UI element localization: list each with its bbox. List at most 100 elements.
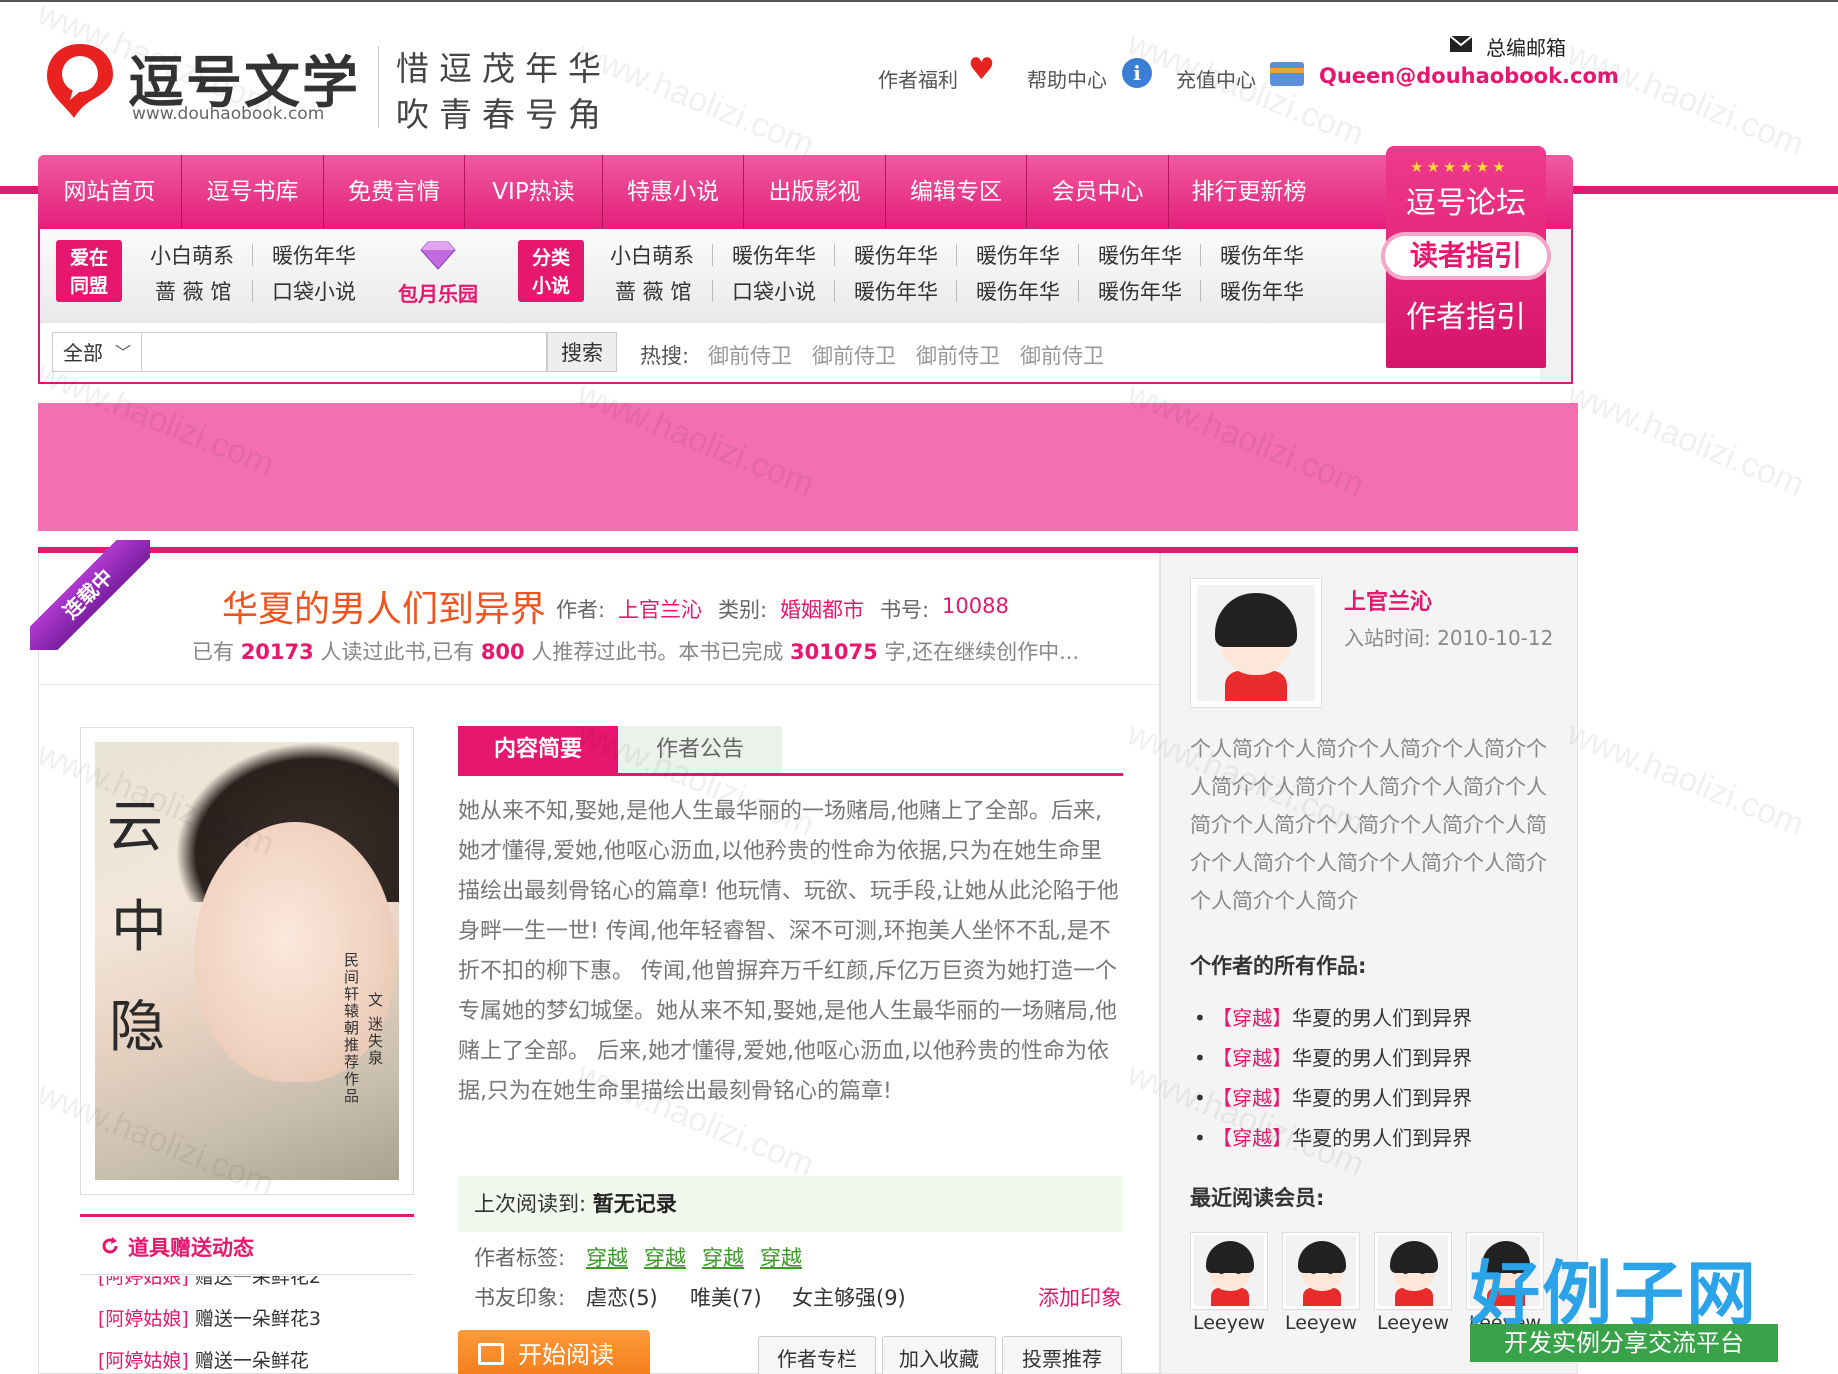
add-impression-link[interactable]: 添加印象 (1038, 1282, 1122, 1312)
search-button[interactable]: 搜索 (547, 332, 617, 372)
hot-search-term[interactable]: 御前侍卫 (1020, 340, 1104, 370)
subnav-separator (1078, 280, 1079, 302)
subnav-link[interactable]: 暖伤年华 (976, 276, 1060, 306)
join-label: 入站时间: (1344, 626, 1431, 650)
work-tag: 【穿越】 (1212, 1006, 1293, 1030)
nav-item-free-romance[interactable]: 免费言情 (324, 155, 464, 229)
subnav-link[interactable]: 蔷 薇 馆 (615, 276, 691, 306)
book-header-divider (38, 684, 1160, 685)
member-name[interactable]: Leeyew (1278, 1312, 1364, 1334)
subnav-separator (834, 244, 835, 266)
start-reading-button[interactable]: 开始阅读 (458, 1330, 650, 1374)
reader-guide-button[interactable]: 读者指引 (1381, 232, 1551, 280)
join-date-value: 2010-10-12 (1437, 626, 1554, 650)
author-avatar[interactable] (1190, 578, 1322, 708)
watermark-text: www.haolizi.com (1562, 374, 1810, 504)
subnav-link[interactable]: 暖伤年华 (1220, 240, 1304, 270)
hot-search-label: 热搜: (640, 344, 690, 368)
cover-title-char: 中 (111, 895, 167, 960)
author-tag-link[interactable]: 穿越 (644, 1242, 686, 1272)
subnav-link[interactable]: 暖伤年华 (1098, 240, 1182, 270)
subnav-link[interactable]: 暖伤年华 (1098, 276, 1182, 306)
props-user-link[interactable]: [阿婷姑娘] (98, 1350, 189, 1372)
recent-members-title: 最近阅读会员: (1190, 1186, 1325, 1210)
avatar-hair (1298, 1241, 1346, 1273)
author-tags-label: 作者标签: (474, 1246, 566, 1270)
subnav-link[interactable]: 暖伤年华 (854, 240, 938, 270)
props-user-link[interactable]: [阿婷姑娘] (98, 1308, 189, 1330)
subnav-link[interactable]: 暖伤年华 (976, 240, 1060, 270)
reader-impression[interactable]: 唯美(7) (690, 1282, 762, 1312)
author-link[interactable]: 上官兰沁 (618, 594, 702, 624)
category-link[interactable]: 婚姻都市 (780, 594, 864, 624)
props-user-link[interactable]: [阿婷姑娘] (98, 1276, 189, 1288)
nav-item-library[interactable]: 逗号书库 (182, 155, 323, 229)
nav-item-home[interactable]: 网站首页 (38, 155, 181, 229)
alliance-tag-line1: 爱在 (69, 247, 108, 269)
author-tag-link[interactable]: 穿越 (760, 1242, 802, 1272)
subnav-separator (834, 280, 835, 302)
main-nav: 网站首页 逗号书库 免费言情 VIP热读 特惠小说 出版影视 编辑专区 会员中心… (38, 155, 1573, 229)
nav-item-publishing[interactable]: 出版影视 (744, 155, 885, 229)
stats-text: 字,还在继续创作中... (884, 640, 1080, 664)
add-favorite-button[interactable]: 加入收藏 (882, 1336, 996, 1374)
avatar-hair (1206, 1241, 1254, 1273)
work-item[interactable]: • 【穿越】华夏的男人们到异界 (1194, 1002, 1472, 1031)
work-item[interactable]: • 【穿越】华夏的男人们到异界 (1194, 1042, 1472, 1071)
member-avatar[interactable] (1374, 1232, 1452, 1310)
category-tag: 分类 小说 (518, 240, 584, 302)
subnav-link[interactable]: 蔷 薇 馆 (155, 276, 231, 306)
status-ribbon: 连载中 (30, 540, 150, 650)
hot-search-term[interactable]: 御前侍卫 (916, 340, 1000, 370)
start-reading-label: 开始阅读 (518, 1341, 614, 1369)
author-tag-link[interactable]: 穿越 (586, 1242, 628, 1272)
author-name-link[interactable]: 上官兰沁 (1344, 584, 1432, 616)
search-input[interactable] (142, 332, 547, 372)
member-name[interactable]: Leeyew (1186, 1312, 1272, 1334)
subnav-separator (712, 280, 713, 302)
reader-impression[interactable]: 女主够强(9) (792, 1282, 906, 1312)
nav-item-members[interactable]: 会员中心 (1027, 155, 1168, 229)
vip-monthly-link[interactable]: 包月乐园 (398, 278, 478, 307)
nav-item-editors[interactable]: 编辑专区 (886, 155, 1026, 229)
mailbox-label: 总编邮箱 (1486, 36, 1566, 60)
subnav-link[interactable]: 小白萌系 (610, 240, 694, 270)
vote-button[interactable]: 投票推荐 (1002, 1336, 1122, 1374)
member-avatar[interactable] (1190, 1232, 1268, 1310)
help-center-link[interactable]: 帮助中心 (1027, 64, 1107, 93)
member-avatar[interactable] (1282, 1232, 1360, 1310)
heart-icon: ♥ (968, 52, 995, 87)
nav-item-discount[interactable]: 特惠小说 (603, 155, 743, 229)
subnav-link[interactable]: 暖伤年华 (1220, 276, 1304, 306)
props-row: [阿婷姑娘] 赠送一朵鲜花2 (98, 1276, 321, 1289)
watermark-text: www.haolizi.com (1122, 24, 1370, 154)
props-accent-line (80, 1214, 414, 1217)
stats-text: 人推荐过此书。本书已完成 (531, 640, 784, 664)
reader-impression[interactable]: 虐恋(5) (586, 1282, 658, 1312)
author-column-button[interactable]: 作者专栏 (758, 1336, 876, 1374)
author-label: 作者: (556, 598, 606, 622)
author-tag-link[interactable]: 穿越 (702, 1242, 744, 1272)
subnav-link[interactable]: 暖伤年华 (272, 240, 356, 270)
subnav-link[interactable]: 小白萌系 (150, 240, 234, 270)
book-intro: 她从来不知,娶她,是他人生最华丽的一场赌局,他赌上了全部。后来,她才懂得,爱她,… (458, 799, 1119, 1104)
forum-link[interactable]: 逗号论坛 (1386, 178, 1546, 222)
props-row: [阿婷姑娘] 赠送一朵鲜花 (98, 1346, 309, 1373)
hot-search-term[interactable]: 御前侍卫 (708, 340, 792, 370)
subnav-link[interactable]: 暖伤年华 (854, 276, 938, 306)
chevron-down-icon: ﹀ (114, 343, 131, 362)
props-row: [阿婷姑娘] 赠送一朵鲜花3 (98, 1304, 321, 1331)
slogan-line2: 吹青春号角 (396, 95, 611, 134)
last-read-bar: 上次阅读到: 暂无记录 (458, 1176, 1123, 1232)
brand-watermark-sub: 开发实例分享交流平台 (1470, 1324, 1778, 1362)
subnav-link[interactable]: 口袋小说 (272, 276, 356, 306)
author-guide-link[interactable]: 作者指引 (1386, 292, 1546, 336)
avatar-image (1197, 585, 1315, 701)
member-name[interactable]: Leeyew (1370, 1312, 1456, 1334)
nav-item-vip[interactable]: VIP热读 (465, 155, 602, 229)
nav-item-rankings[interactable]: 排行更新榜 (1169, 155, 1329, 229)
subnav-link[interactable]: 口袋小说 (732, 276, 816, 306)
subnav-link[interactable]: 暖伤年华 (732, 240, 816, 270)
author-welfare-link[interactable]: 作者福利 (878, 64, 958, 93)
hot-search-term[interactable]: 御前侍卫 (812, 340, 896, 370)
